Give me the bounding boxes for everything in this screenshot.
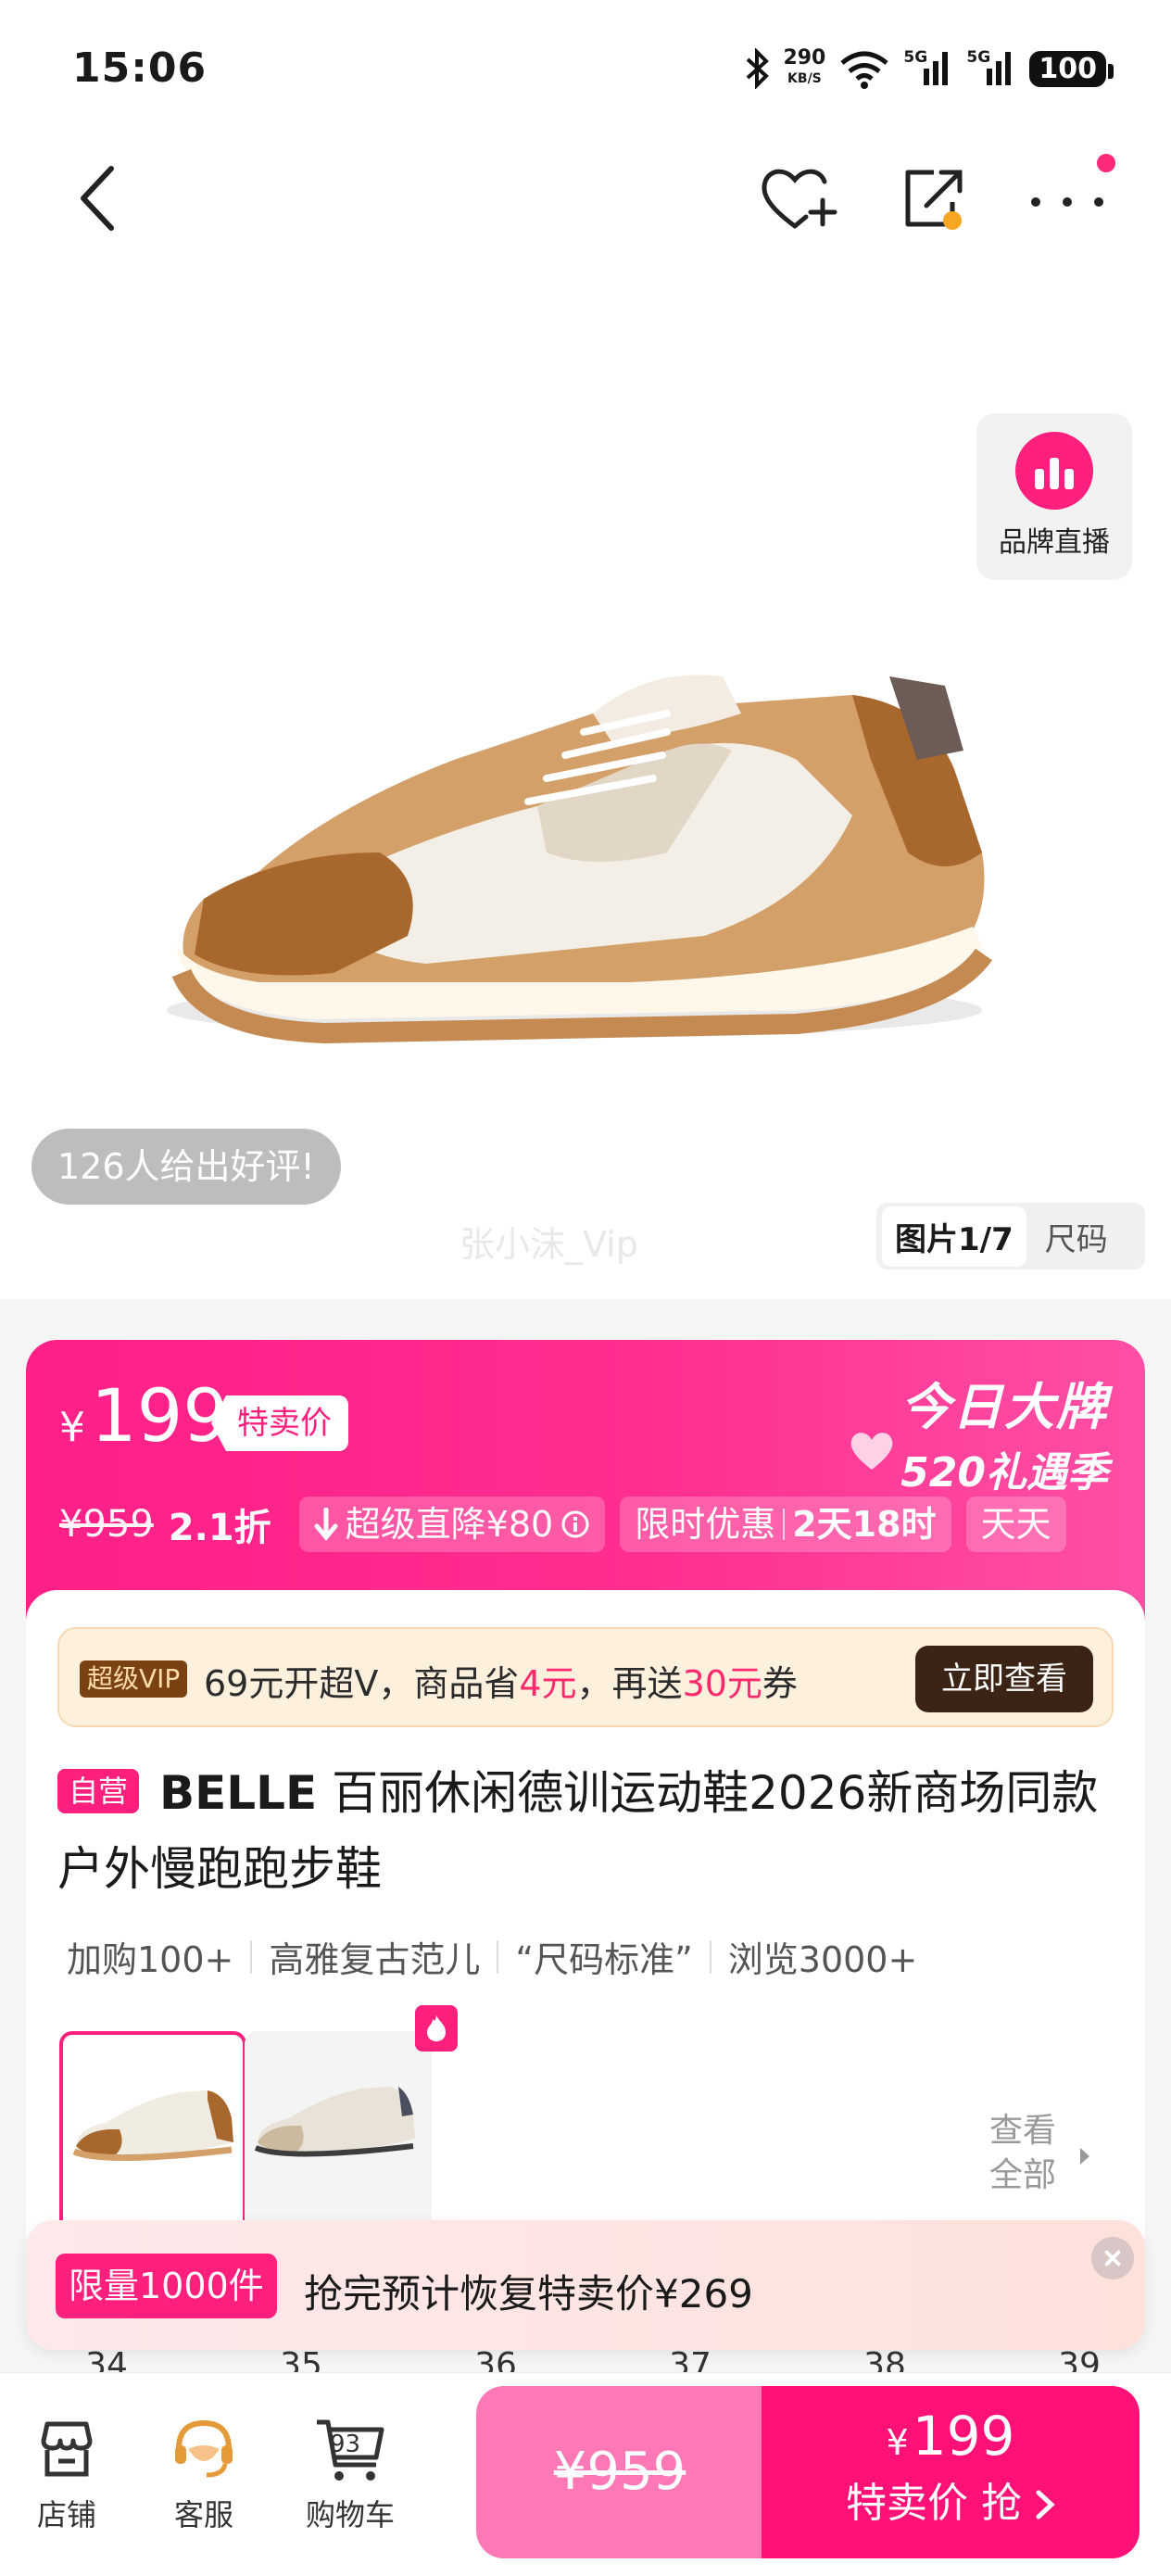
live-icon [1015, 432, 1093, 510]
battery-icon: 100 [1029, 50, 1114, 87]
store-label: 店铺 [36, 2497, 96, 2532]
watermark: 张小沫_Vip [460, 1224, 638, 1265]
vip-view-button[interactable]: 立即查看 [915, 1646, 1093, 1712]
arrow-down-icon [314, 1508, 338, 1541]
chevron-right-icon [1036, 2490, 1055, 2519]
limited-quantity-tag: 限量1000件 [56, 2254, 277, 2318]
buy-price: ¥199 [886, 2405, 1015, 2468]
signal-icon: 5G [903, 48, 953, 89]
color-swatch[interactable] [245, 2031, 432, 2235]
bottom-action-bar: 店铺 客服 93 购物车 ¥959 ¥199 特卖价 抢 [0, 2372, 1171, 2576]
sale-price: ¥199 [59, 1375, 229, 1458]
vip-badge: 超级VIP [80, 1661, 188, 1698]
product-image[interactable] [148, 575, 1019, 1056]
close-icon[interactable] [1091, 2237, 1134, 2279]
favorite-heart-icon[interactable] [758, 161, 837, 235]
cart-label: 购物车 [305, 2497, 395, 2532]
heart-decoration-icon [850, 1433, 893, 1470]
promo-sub-row: ¥959 2.1折 超级直降¥80 限时优惠 2天18时 天天 [59, 1496, 1066, 1553]
tag-item: 浏览3000+ [727, 1939, 918, 1980]
view-all-link[interactable]: 查看全部 [989, 2109, 1064, 2198]
store-icon [41, 2421, 93, 2477]
brand-live-button[interactable]: 品牌直播 [976, 413, 1132, 580]
self-operated-tag: 自营 [57, 1769, 140, 1813]
limited-quantity-text: 抢完预计恢复特卖价¥269 [304, 2271, 753, 2317]
tag-item: 高雅复古范儿 [269, 1939, 481, 1980]
hot-flame-icon [415, 2005, 458, 2052]
product-tags: 加购100+ 高雅复古范儿 “尺码标准” 浏览3000+ [67, 1931, 917, 1982]
wifi-icon [840, 51, 888, 89]
tag-item: “尺码标准” [515, 1939, 693, 1980]
tag-item: 加购100+ [67, 1939, 234, 1980]
swatch-shoe-image [254, 2087, 415, 2157]
back-icon[interactable] [70, 161, 126, 235]
customer-service-icon [175, 2419, 233, 2478]
bluetooth-icon [747, 48, 770, 89]
product-title: 自营 BELLE 百丽休闲德训运动鞋2026新商场同款户外慢跑跑步鞋 [57, 1755, 1114, 1907]
live-label: 品牌直播 [999, 526, 1110, 559]
status-time: 15:06 [72, 44, 208, 92]
swatch-shoe-image [72, 2090, 233, 2161]
discount-rate: 2.1折 [168, 1507, 271, 1549]
network-speed: 290 KB/S [783, 46, 826, 87]
service-label: 客服 [173, 2497, 233, 2532]
daily-chip[interactable]: 天天 [965, 1496, 1066, 1552]
store-button[interactable]: 店铺 [11, 2414, 122, 2534]
vip-banner[interactable]: 超级VIP 69元开超V，商品省4元，再送30元券 立即查看 [57, 1627, 1114, 1727]
cart-button[interactable]: 93 购物车 [295, 2414, 406, 2534]
buy-label: 特卖价 抢 [762, 2469, 1140, 2529]
original-price-button[interactable]: ¥959 [476, 2386, 763, 2558]
more-options-icon[interactable] [1023, 176, 1112, 222]
buy-now-button[interactable]: ¥199 特卖价 抢 [762, 2386, 1140, 2558]
limited-time-chip[interactable]: 限时优惠 2天18时 [620, 1496, 951, 1552]
notification-dot [1097, 154, 1115, 172]
share-icon[interactable] [900, 163, 967, 234]
vip-offer-text: 69元开超V，商品省4元，再送30元券 [204, 1663, 798, 1704]
event-title: 今日大牌 520礼遇季 [900, 1378, 1108, 1496]
tab-images[interactable]: 图片1/7 [882, 1206, 1026, 1267]
status-icons: 290 KB/S 5G 5G 100 [746, 41, 1114, 96]
image-tabs: 图片1/7 尺码 [876, 1203, 1145, 1269]
signal-icon: 5G [966, 48, 1016, 89]
chevron-right-icon [1080, 2148, 1089, 2165]
service-button[interactable]: 客服 [148, 2414, 259, 2534]
review-count-pill: 126人给出好评! [31, 1129, 341, 1205]
product-info-card: 超级VIP 69元开超V，商品省4元，再送30元券 立即查看 自营 BELLE 百… [26, 1590, 1145, 2239]
cart-count: 93 [330, 2431, 361, 2458]
info-icon [561, 1510, 589, 1538]
limited-quantity-banner: 限量1000件 抢完预计恢复特卖价¥269 [26, 2220, 1145, 2350]
status-bar: 15:06 290 KB/S 5G 5G 100 [0, 0, 1171, 139]
original-price: ¥959 [59, 1503, 154, 1546]
tab-size[interactable]: 尺码 [1026, 1206, 1127, 1267]
brand-name: BELLE [159, 1766, 318, 1820]
color-swatch-selected[interactable] [59, 2031, 246, 2235]
super-drop-chip[interactable]: 超级直降¥80 [298, 1496, 606, 1552]
special-price-tag: 特卖价 [211, 1395, 348, 1451]
